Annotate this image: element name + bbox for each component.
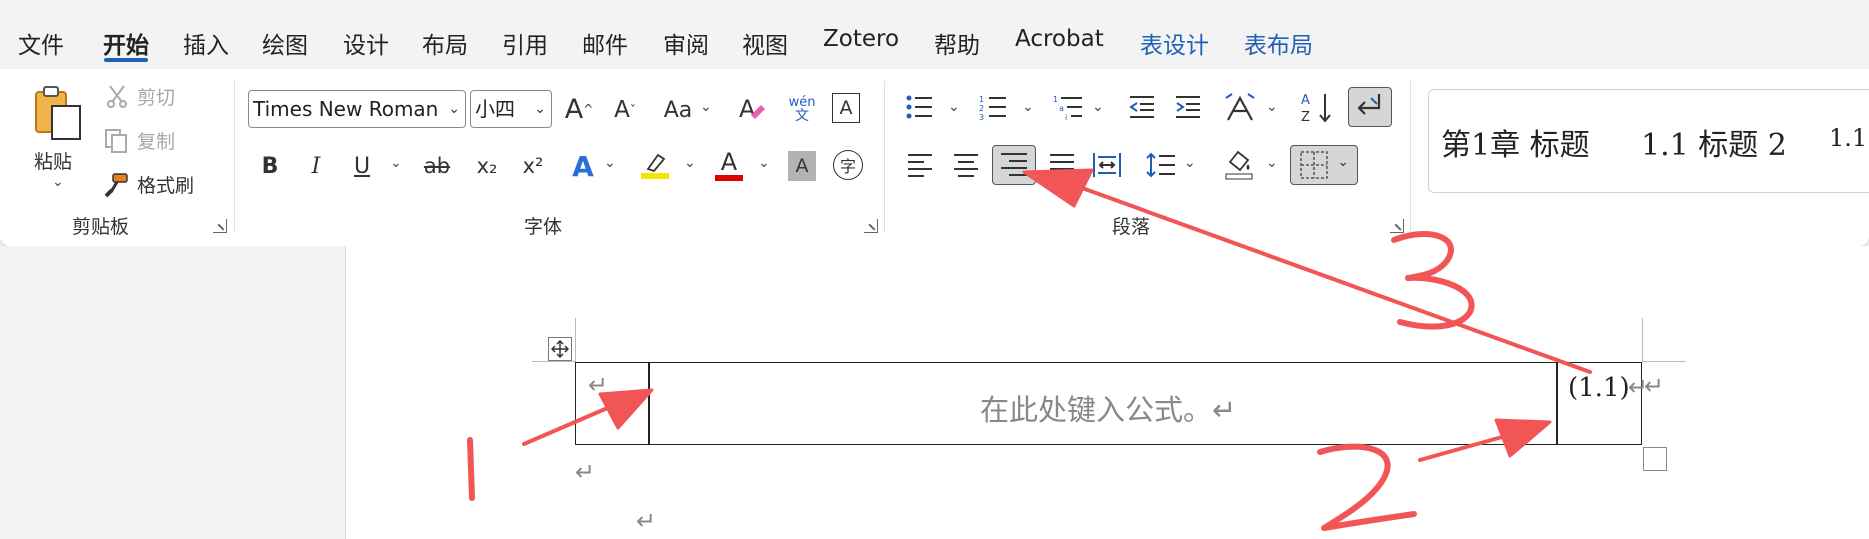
annotation-arrow-3 (1058, 178, 1592, 374)
annotation-overlay (467, 168, 1592, 531)
annotation-number-2 (1317, 443, 1417, 531)
annotation-number-3 (1391, 231, 1475, 330)
annotation-arrow-3-head (1022, 168, 1094, 208)
annotation-number-1 (467, 437, 475, 501)
annotation-arrow-2-head (1494, 418, 1552, 458)
annotation-arrow-1-head (598, 388, 654, 430)
